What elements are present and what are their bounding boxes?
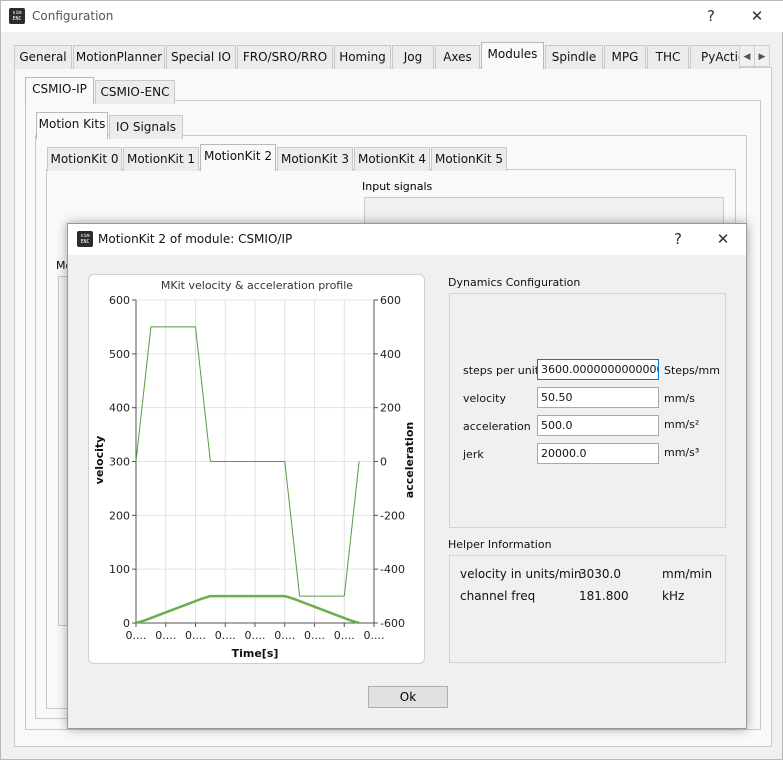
tab-scroll-left-icon[interactable]: ◀ (739, 45, 755, 67)
y-axis-right-label: acceleration (403, 422, 416, 498)
x-tick-label: 0.... (364, 629, 385, 642)
tab-csmio-ip[interactable]: CSMIO-IP (25, 77, 94, 104)
x-tick-label: 0.... (215, 629, 236, 642)
x-axis-label: Time[s] (232, 647, 279, 660)
y-left-tick-label: 500 (109, 348, 130, 361)
y-left-tick-label: 300 (109, 456, 130, 469)
tab-fro-sro-rro[interactable]: FRO/SRO/RRO (237, 45, 333, 69)
channel-freq-label: channel freq (460, 589, 536, 603)
tab-motion-kits[interactable]: Motion Kits (36, 112, 108, 139)
velocity-input[interactable]: 50.50 (537, 387, 659, 408)
x-tick-label: 0.... (245, 629, 266, 642)
tab-homing[interactable]: Homing (334, 45, 391, 69)
y-left-tick-label: 100 (109, 563, 130, 576)
x-tick-label: 0.... (334, 629, 355, 642)
velocity-unit: mm/s (664, 392, 695, 405)
dialog-help-button[interactable]: ? (663, 224, 693, 254)
tab-thc[interactable]: THC (647, 45, 689, 69)
tab-jog[interactable]: Jog (392, 45, 434, 69)
tab-motionkit-2[interactable]: MotionKit 2 (200, 144, 276, 171)
dynamics-group-title: Dynamics Configuration (448, 276, 581, 289)
y-right-tick-label: 200 (380, 402, 401, 415)
x-tick-label: 0.... (274, 629, 295, 642)
dialog-titlebar: sim ENC MotionKit 2 of module: CSMIO/IP ?… (68, 224, 746, 255)
y-left-tick-label: 600 (109, 294, 130, 307)
y-left-tick-label: 0 (123, 617, 130, 630)
tab-spindle[interactable]: Spindle (545, 45, 603, 69)
velocity-units-min-unit: mm/min (662, 567, 713, 581)
app-logo-icon: sim ENC (9, 8, 25, 24)
dialog-close-button[interactable]: ✕ (708, 224, 738, 254)
y-right-tick-label: -200 (380, 509, 405, 522)
velocity-label: velocity (463, 392, 506, 405)
tab-pyaction[interactable]: PyActio (690, 45, 740, 69)
tab-motionkit-1[interactable]: MotionKit 1 (123, 147, 199, 171)
jerk-unit: mm/s³ (664, 446, 700, 459)
dialog-title: MotionKit 2 of module: CSMIO/IP (98, 232, 293, 246)
y-right-tick-label: 400 (380, 348, 401, 361)
acceleration-unit: mm/s² (664, 418, 700, 431)
close-button[interactable]: ✕ (742, 1, 772, 31)
help-button[interactable]: ? (696, 1, 726, 31)
tab-scroll-right-icon[interactable]: ▶ (754, 45, 770, 67)
helper-groupbox: velocity in units/min 3030.0 mm/min chan… (449, 555, 726, 663)
tab-motionkit-3[interactable]: MotionKit 3 (277, 147, 353, 171)
tab-csmio-enc[interactable]: CSMIO-ENC (95, 80, 175, 104)
tab-io-signals[interactable]: IO Signals (109, 115, 183, 139)
y-right-tick-label: -600 (380, 617, 405, 630)
steps-per-unit-label: steps per unit (463, 364, 540, 377)
y-left-tick-label: 200 (109, 509, 130, 522)
window-title: Configuration (32, 9, 114, 23)
helper-group-title: Helper Information (448, 538, 552, 551)
main-titlebar: sim ENC Configuration ? ✕ (1, 1, 783, 32)
x-tick-label: 0.... (304, 629, 325, 642)
y-right-tick-label: 600 (380, 294, 401, 307)
x-tick-label: 0.... (155, 629, 176, 642)
acceleration-input[interactable]: 500.0 (537, 415, 659, 436)
channel-freq-unit: kHz (662, 589, 685, 603)
jerk-label: jerk (463, 448, 484, 461)
jerk-input[interactable]: 20000.0 (537, 443, 659, 464)
tab-mpg[interactable]: MPG (604, 45, 646, 69)
velocity-units-min-label: velocity in units/min (460, 567, 582, 581)
channel-freq-value: 181.800 (579, 589, 629, 603)
dynamics-groupbox: steps per unit 3600.00000000000000 Steps… (449, 293, 726, 528)
x-tick-label: 0.... (185, 629, 206, 642)
tab-motionkit-5[interactable]: MotionKit 5 (431, 147, 507, 171)
input-signals-label: Input signals (362, 180, 433, 193)
y-right-tick-label: 0 (380, 456, 387, 469)
tab-motionkit-4[interactable]: MotionKit 4 (354, 147, 430, 171)
tab-motionplanner[interactable]: MotionPlanner (73, 45, 165, 69)
tab-motionkit-0[interactable]: MotionKit 0 (47, 147, 122, 171)
profile-chart: MKit velocity & acceleration profile 0..… (93, 279, 416, 660)
x-tick-label: 0.... (126, 629, 147, 642)
chart-title: MKit velocity & acceleration profile (161, 279, 353, 292)
dialog-logo-icon: sim ENC (77, 231, 93, 247)
motionkit-dialog: sim ENC MotionKit 2 of module: CSMIO/IP ?… (67, 223, 747, 729)
y-right-tick-label: -400 (380, 563, 405, 576)
steps-per-unit-input[interactable]: 3600.00000000000000 (537, 359, 659, 380)
tab-axes[interactable]: Axes (435, 45, 480, 69)
tab-modules[interactable]: Modules (481, 42, 544, 69)
steps-per-unit-unit: Steps/mm (664, 364, 720, 377)
y-axis-left-label: velocity (93, 436, 106, 485)
profile-chart-panel: MKit velocity & acceleration profile 0..… (88, 274, 425, 664)
acceleration-label: acceleration (463, 420, 531, 433)
tab-special-io[interactable]: Special IO (166, 45, 236, 69)
velocity-units-min-value: 3030.0 (579, 567, 621, 581)
y-left-tick-label: 400 (109, 402, 130, 415)
velocity-series-line (135, 594, 360, 625)
ok-button[interactable]: Ok (368, 686, 448, 708)
tab-general[interactable]: General (14, 45, 72, 69)
